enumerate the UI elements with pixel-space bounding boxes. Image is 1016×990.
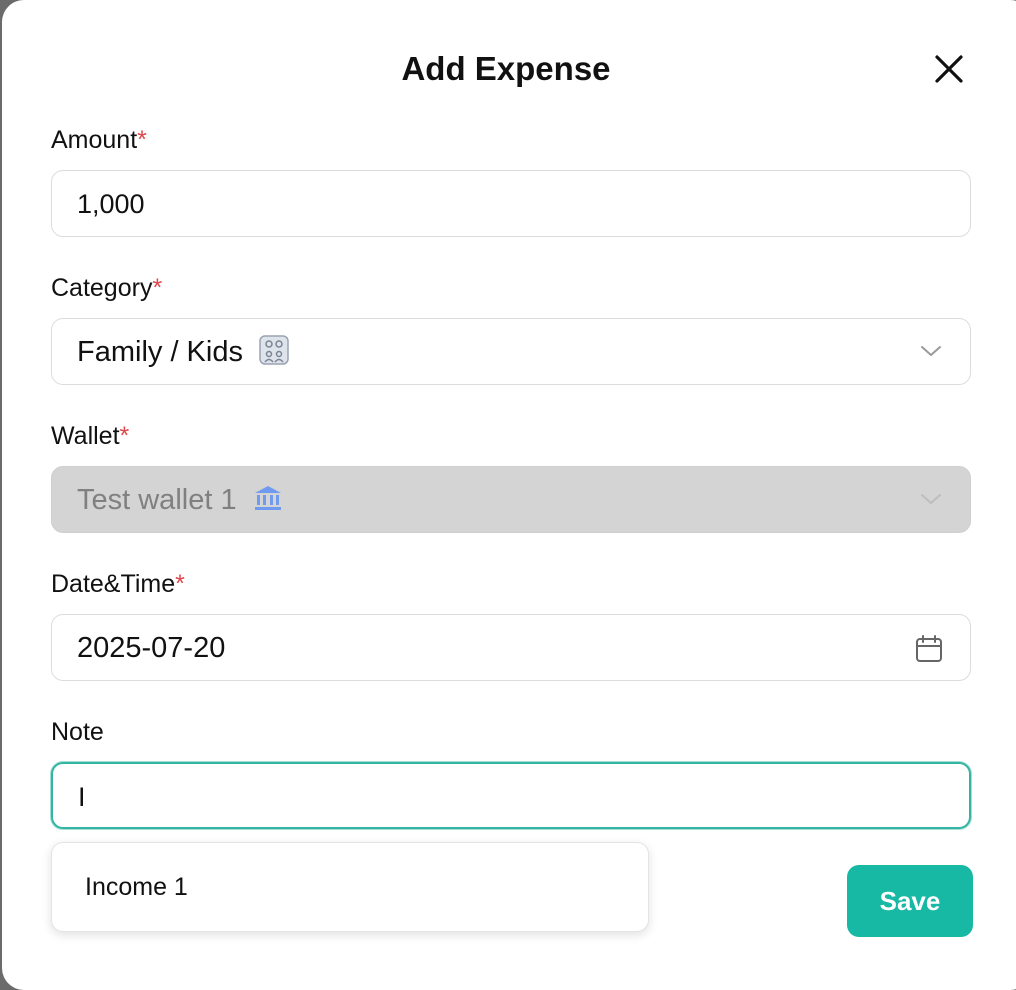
family-icon [259,335,289,366]
category-value: Family / Kids [77,336,243,368]
date-input[interactable]: 2025-07-20 [51,614,971,681]
amount-value: 1,000 [77,189,145,219]
note-input[interactable]: I [51,762,971,829]
calendar-icon[interactable] [914,634,944,664]
close-button[interactable] [930,50,968,88]
date-value: 2025-07-20 [77,632,226,664]
note-label: Note [51,718,104,746]
required-mark: * [175,570,185,598]
close-icon [935,55,963,83]
wallet-select: Test wallet 1 [51,466,971,533]
amount-label: Amount* [51,126,147,154]
datetime-label: Date&Time* [51,570,185,598]
chevron-down-icon [921,346,941,356]
wallet-label: Wallet* [51,422,130,450]
add-expense-modal: Add Expense Amount* 1,000 Category* Fami… [2,0,1016,990]
chevron-down-icon [921,494,941,504]
note-value: I [78,782,86,812]
autocomplete-item[interactable]: Income 1 [85,843,188,931]
note-autocomplete: Income 1 [51,842,649,932]
category-select[interactable]: Family / Kids [51,318,971,385]
required-mark: * [152,274,163,302]
required-mark: * [137,126,147,154]
save-button[interactable]: Save [847,865,973,937]
required-mark: * [119,422,130,450]
bank-icon [254,486,281,511]
amount-input[interactable]: 1,000 [51,170,971,237]
modal-title: Add Expense [401,50,611,87]
category-label: Category* [51,274,163,302]
wallet-value: Test wallet 1 [77,484,237,516]
